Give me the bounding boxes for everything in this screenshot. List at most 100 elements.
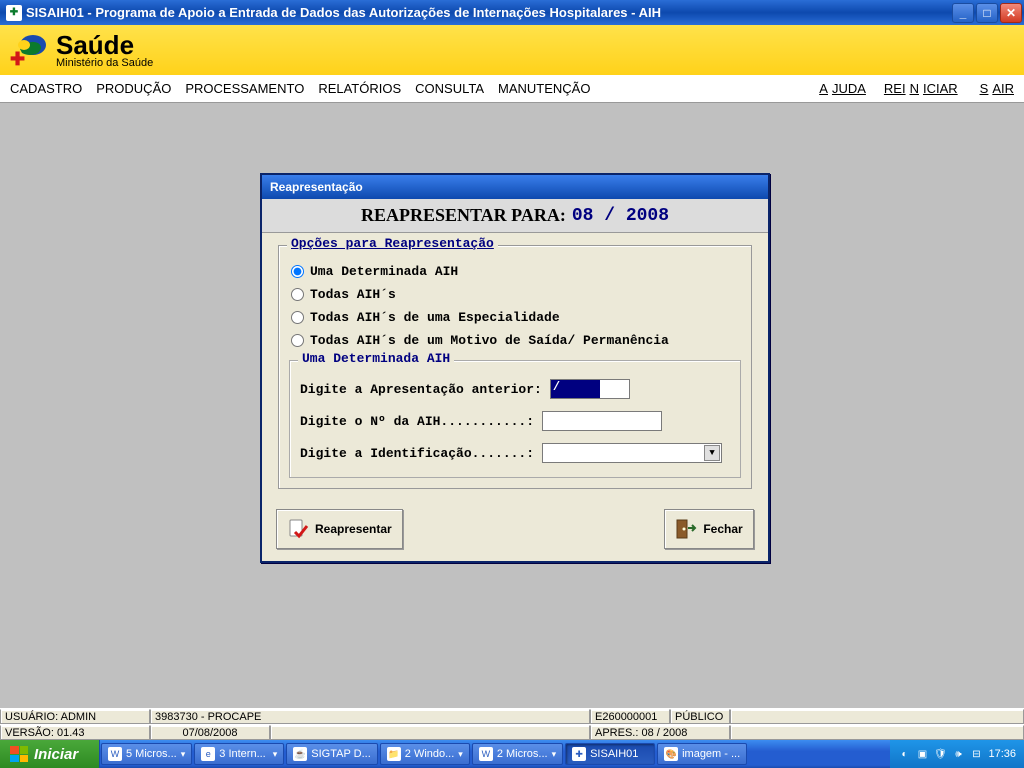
window-title: SISAIH01 - Programa de Apoio a Entrada d… xyxy=(26,5,952,20)
taskbar-item[interactable]: ✚ SISAIH01 xyxy=(565,743,655,765)
identificacao-select[interactable]: ▼ xyxy=(542,443,722,463)
menu-processamento[interactable]: PROCESSAMENTO xyxy=(181,79,308,98)
status-apres: APRES.: 08 / 2008 xyxy=(590,725,730,740)
radio-motivo-saida[interactable]: Todas AIH´s de um Motivo de Saída/ Perma… xyxy=(289,329,741,352)
radio-especialidade-label: Todas AIH´s de uma Especialidade xyxy=(310,310,560,325)
status-data: 07/08/2008 xyxy=(150,725,270,740)
radio-todas-aih[interactable]: Todas AIH´s xyxy=(289,283,741,306)
taskbar-item-icon: ✚ xyxy=(572,747,586,761)
chevron-down-icon: ▾ xyxy=(458,749,463,760)
menu-ajuda[interactable]: AJUDA xyxy=(811,79,870,98)
taskbar-item[interactable]: 📁 2 Windo...▾ xyxy=(380,743,470,765)
menu-producao[interactable]: PRODUÇÃO xyxy=(92,79,175,98)
taskbar-item-icon: ☕ xyxy=(293,747,307,761)
numero-aih-input[interactable] xyxy=(542,411,662,431)
taskbar-item-icon: W xyxy=(479,747,493,761)
menubar: CADASTRO PRODUÇÃO PROCESSAMENTO RELATÓRI… xyxy=(0,75,1024,103)
taskbar-item-label: SIGTAP D... xyxy=(311,748,371,760)
radio-uma-aih[interactable]: Uma Determinada AIH xyxy=(289,260,741,283)
uma-aih-legend: Uma Determinada AIH xyxy=(298,351,454,366)
taskbar-item-label: 2 Windo... xyxy=(405,748,455,760)
dialog-header: REAPRESENTAR PARA: 08 / 2008 xyxy=(262,199,768,233)
status-usuario: USUÁRIO: ADMIN xyxy=(0,709,150,724)
apresentacao-anterior-input[interactable]: / xyxy=(550,379,600,399)
taskbar-item-label: 2 Micros... xyxy=(497,748,548,760)
radio-todas-aih-input[interactable] xyxy=(291,288,304,301)
menu-relatorios[interactable]: RELATÓRIOS xyxy=(314,79,405,98)
reapresentacao-dialog: Reapresentação REAPRESENTAR PARA: 08 / 2… xyxy=(260,173,770,563)
radio-todas-aih-label: Todas AIH´s xyxy=(310,287,396,302)
app-icon: ✚ xyxy=(6,5,22,21)
app-banner: ✚ Saúde Ministério da Saúde xyxy=(0,25,1024,75)
status-versao: VERSÃO: 01.43 xyxy=(0,725,150,740)
work-area: Reapresentação REAPRESENTAR PARA: 08 / 2… xyxy=(0,103,1024,708)
taskbar-item[interactable]: W 2 Micros... ▾ xyxy=(472,743,563,765)
logo-icon: ✚ xyxy=(8,31,48,69)
apresentacao-anterior-suffix[interactable] xyxy=(600,379,630,399)
reapresentar-button[interactable]: Reapresentar xyxy=(276,509,403,549)
taskbar-item[interactable]: ☕ SIGTAP D... xyxy=(286,743,378,765)
system-tray[interactable]: ◐ ▣ 🛡 🕪 ⊟ 17:36 xyxy=(890,740,1024,768)
menu-cadastro[interactable]: CADASTRO xyxy=(6,79,86,98)
identificacao-label: Digite a Identificação.......: xyxy=(300,446,534,461)
radio-motivo-saida-label: Todas AIH´s de um Motivo de Saída/ Perma… xyxy=(310,333,669,348)
opcoes-groupbox: Opções para Reapresentação Uma Determina… xyxy=(278,245,752,489)
menu-manutencao[interactable]: MANUTENÇÃO xyxy=(494,79,594,98)
reapresentar-label: Reapresentar xyxy=(315,522,392,536)
window-maximize-button[interactable]: □ xyxy=(976,3,998,23)
start-button[interactable]: Iniciar xyxy=(0,740,100,768)
taskbar-item[interactable]: W 5 Micros... ▾ xyxy=(101,743,192,765)
radio-especialidade[interactable]: Todas AIH´s de uma Especialidade xyxy=(289,306,741,329)
chevron-down-icon: ▾ xyxy=(273,749,278,760)
taskbar-item-label: imagem - ... xyxy=(682,748,740,760)
status-cnes: E260000001 xyxy=(590,709,670,724)
reapresentar-icon xyxy=(287,518,309,540)
statusbar: USUÁRIO: ADMIN 3983730 - PROCAPE E260000… xyxy=(0,708,1024,740)
tray-icon[interactable]: 🕪 xyxy=(952,748,964,760)
fechar-button[interactable]: Fechar xyxy=(664,509,754,549)
tray-icon[interactable]: 🛡 xyxy=(934,748,946,760)
taskbar-item-label: SISAIH01 xyxy=(590,748,638,760)
taskbar-item[interactable]: e 3 Intern... ▾ xyxy=(194,743,284,765)
tray-clock: 17:36 xyxy=(988,748,1016,760)
window-titlebar: ✚ SISAIH01 - Programa de Apoio a Entrada… xyxy=(0,0,1024,25)
menu-reiniciar[interactable]: REINICIAR xyxy=(880,79,962,98)
windows-logo-icon xyxy=(10,746,28,762)
menu-sair[interactable]: SAIR xyxy=(972,79,1018,98)
numero-aih-label: Digite o Nº da AIH...........: xyxy=(300,414,534,429)
menu-consulta[interactable]: CONSULTA xyxy=(411,79,488,98)
fechar-icon xyxy=(675,518,697,540)
uma-aih-groupbox: Uma Determinada AIH Digite a Apresentaçã… xyxy=(289,360,741,478)
tray-icon[interactable]: ◐ xyxy=(898,748,910,760)
status-spacer1 xyxy=(730,709,1024,724)
radio-uma-aih-input[interactable] xyxy=(291,265,304,278)
radio-uma-aih-label: Uma Determinada AIH xyxy=(310,264,458,279)
apresentacao-anterior-label: Digite a Apresentação anterior: xyxy=(300,382,542,397)
opcoes-legend: Opções para Reapresentação xyxy=(287,236,498,251)
window-minimize-button[interactable]: _ xyxy=(952,3,974,23)
dialog-title: Reapresentação xyxy=(262,175,768,199)
taskbar: Iniciar W 5 Micros... ▾ e 3 Intern... ▾ ☕ SIGTA… xyxy=(0,740,1024,768)
taskbar-item-icon: W xyxy=(108,747,122,761)
tray-icon[interactable]: ⊟ xyxy=(970,748,982,760)
status-spacer2 xyxy=(270,725,590,740)
chevron-down-icon: ▾ xyxy=(552,749,557,760)
taskbar-item-label: 3 Intern... xyxy=(219,748,265,760)
chevron-down-icon: ▾ xyxy=(181,749,186,760)
taskbar-item-icon: 📁 xyxy=(387,747,401,761)
taskbar-item-icon: e xyxy=(201,747,215,761)
fechar-label: Fechar xyxy=(703,522,742,536)
status-acesso: PÚBLICO xyxy=(670,709,730,724)
taskbar-item-label: 5 Micros... xyxy=(126,748,177,760)
dialog-period: 08 / 2008 xyxy=(572,206,669,226)
window-close-button[interactable]: ✕ xyxy=(1000,3,1022,23)
taskbar-item[interactable]: 🎨imagem - ... xyxy=(657,743,747,765)
banner-subtitle: Ministério da Saúde xyxy=(56,58,153,69)
banner-title: Saúde xyxy=(56,32,153,58)
radio-especialidade-input[interactable] xyxy=(291,311,304,324)
radio-motivo-saida-input[interactable] xyxy=(291,334,304,347)
tray-icon[interactable]: ▣ xyxy=(916,748,928,760)
status-spacer3 xyxy=(730,725,1024,740)
status-entidade: 3983730 - PROCAPE xyxy=(150,709,590,724)
chevron-down-icon[interactable]: ▼ xyxy=(704,445,720,461)
